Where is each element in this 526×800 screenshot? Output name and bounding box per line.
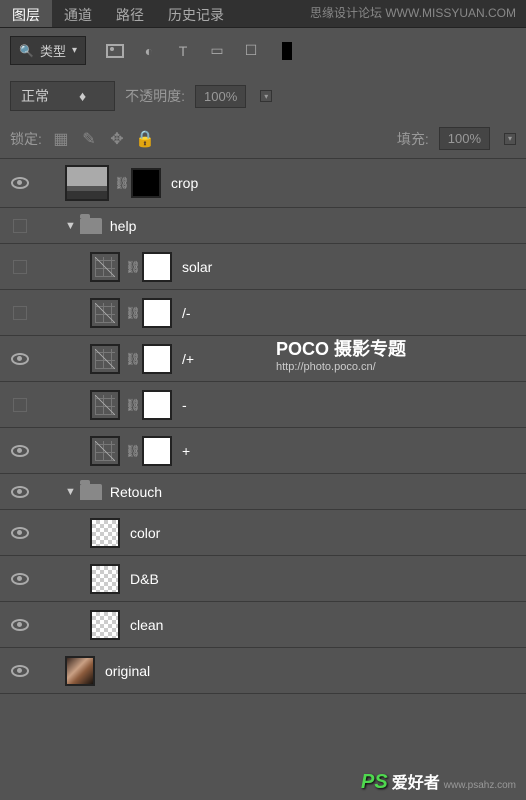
mask-thumbnail[interactable] [142, 436, 172, 466]
layer-slash-plus[interactable]: ⛓ /+ [0, 336, 526, 382]
dropdown-arrows-icon: ♦ [79, 88, 86, 104]
mask-thumbnail[interactable] [142, 298, 172, 328]
layer-crop[interactable]: ⛓ crop [0, 159, 526, 208]
tab-channels[interactable]: 通道 [52, 0, 104, 27]
link-icon: ⛓ [128, 396, 138, 414]
fill-input[interactable]: 100% [439, 127, 490, 150]
layer-name: crop [171, 175, 198, 191]
fill-value: 100% [448, 131, 481, 146]
tab-layers[interactable]: 图层 [0, 0, 52, 27]
layer-group-retouch[interactable]: ▼ Retouch [0, 474, 526, 510]
watermark-txt: 爱好者 [392, 769, 440, 793]
tab-history[interactable]: 历史记录 [156, 0, 236, 27]
layer-name: clean [130, 617, 163, 633]
layer-thumbnail[interactable] [90, 610, 120, 640]
watermark-top: 思缘设计论坛 WWW.MISSYUAN.COM [310, 4, 516, 21]
lock-all-icon[interactable]: 🔒 [136, 130, 154, 148]
filter-pixel-icon[interactable] [106, 42, 124, 60]
visibility-toggle[interactable] [11, 353, 29, 365]
filter-adjustment-icon[interactable]: ◐ [140, 42, 158, 60]
mask-thumbnail[interactable] [142, 344, 172, 374]
disclosure-triangle[interactable]: ▼ [65, 220, 76, 232]
visibility-toggle[interactable] [11, 486, 29, 498]
visibility-toggle[interactable] [11, 177, 29, 189]
layer-thumbnail[interactable] [90, 564, 120, 594]
mask-thumbnail[interactable] [142, 390, 172, 420]
watermark-url: www.psahz.com [444, 780, 516, 791]
adjustment-icon[interactable] [90, 252, 120, 282]
visibility-toggle[interactable] [13, 260, 27, 274]
layer-name: /+ [182, 351, 194, 367]
visibility-toggle[interactable] [11, 445, 29, 457]
layer-thumbnail[interactable] [65, 656, 95, 686]
folder-icon [80, 218, 102, 234]
visibility-toggle[interactable] [11, 527, 29, 539]
lock-transparency-icon[interactable]: ▦ [52, 130, 70, 148]
link-icon: ⛓ [117, 174, 127, 192]
visibility-toggle[interactable] [11, 665, 29, 677]
adjustment-icon[interactable] [90, 436, 120, 466]
chevron-down-icon: ▾ [72, 45, 77, 56]
layer-thumbnail[interactable] [65, 165, 109, 201]
watermark-ps: PS [361, 771, 388, 794]
opacity-input[interactable]: 100% [195, 85, 246, 108]
folder-icon [80, 484, 102, 500]
visibility-toggle[interactable] [13, 398, 27, 412]
adjustment-icon[interactable] [90, 298, 120, 328]
layer-slash-minus[interactable]: ⛓ /- [0, 290, 526, 336]
lock-pixels-icon[interactable]: ✎ [80, 130, 98, 148]
layer-plus[interactable]: ⛓ + [0, 428, 526, 474]
filter-shape-icon[interactable]: ▭ [208, 42, 226, 60]
filter-type-label: 类型 [40, 41, 66, 60]
lock-position-icon[interactable]: ✥ [108, 130, 126, 148]
link-icon: ⛓ [128, 350, 138, 368]
blend-mode-value: 正常 [21, 86, 49, 106]
opacity-stepper[interactable]: ▾ [260, 90, 272, 102]
filter-smart-icon[interactable]: ☐ [242, 42, 260, 60]
link-icon: ⛓ [128, 258, 138, 276]
layer-name: Retouch [110, 484, 162, 500]
layer-list: ⛓ crop ▼ help ⛓ solar ⛓ /- [0, 159, 526, 694]
visibility-toggle[interactable] [13, 219, 27, 233]
disclosure-triangle[interactable]: ▼ [65, 486, 76, 498]
visibility-toggle[interactable] [11, 619, 29, 631]
mask-thumbnail[interactable] [142, 252, 172, 282]
tab-paths[interactable]: 路径 [104, 0, 156, 27]
opacity-value: 100% [204, 89, 237, 104]
layer-name: color [130, 525, 160, 541]
filter-type-dropdown[interactable]: 🔍 类型 ▾ [10, 36, 86, 65]
filter-toggle[interactable] [282, 42, 292, 60]
link-icon: ⛓ [128, 442, 138, 460]
adjustment-icon[interactable] [90, 390, 120, 420]
layer-name: D&B [130, 571, 159, 587]
layer-clean[interactable]: clean [0, 602, 526, 648]
visibility-toggle[interactable] [11, 573, 29, 585]
layer-db[interactable]: D&B [0, 556, 526, 602]
layer-name: original [105, 663, 150, 679]
layer-solar[interactable]: ⛓ solar [0, 244, 526, 290]
layer-name: /- [182, 305, 191, 321]
blend-mode-select[interactable]: 正常 ♦ [10, 81, 115, 111]
visibility-toggle[interactable] [13, 306, 27, 320]
layer-name: + [182, 443, 190, 459]
link-icon: ⛓ [128, 304, 138, 322]
lock-label: 锁定: [10, 129, 42, 149]
search-icon: 🔍 [19, 44, 34, 58]
layer-thumbnail[interactable] [90, 518, 120, 548]
filter-type-icon[interactable]: T [174, 42, 192, 60]
layer-name: solar [182, 259, 212, 275]
layer-original[interactable]: original [0, 648, 526, 694]
fill-label: 填充: [397, 129, 429, 149]
layer-group-help[interactable]: ▼ help [0, 208, 526, 244]
layer-name: help [110, 218, 136, 234]
fill-stepper[interactable]: ▾ [504, 133, 516, 145]
layer-minus[interactable]: ⛓ - [0, 382, 526, 428]
layer-name: - [182, 397, 187, 413]
layer-color[interactable]: color [0, 510, 526, 556]
opacity-label: 不透明度: [125, 86, 185, 106]
mask-thumbnail[interactable] [131, 168, 161, 198]
watermark-bottom: PS 爱好者 www.psahz.com [361, 769, 516, 794]
adjustment-icon[interactable] [90, 344, 120, 374]
